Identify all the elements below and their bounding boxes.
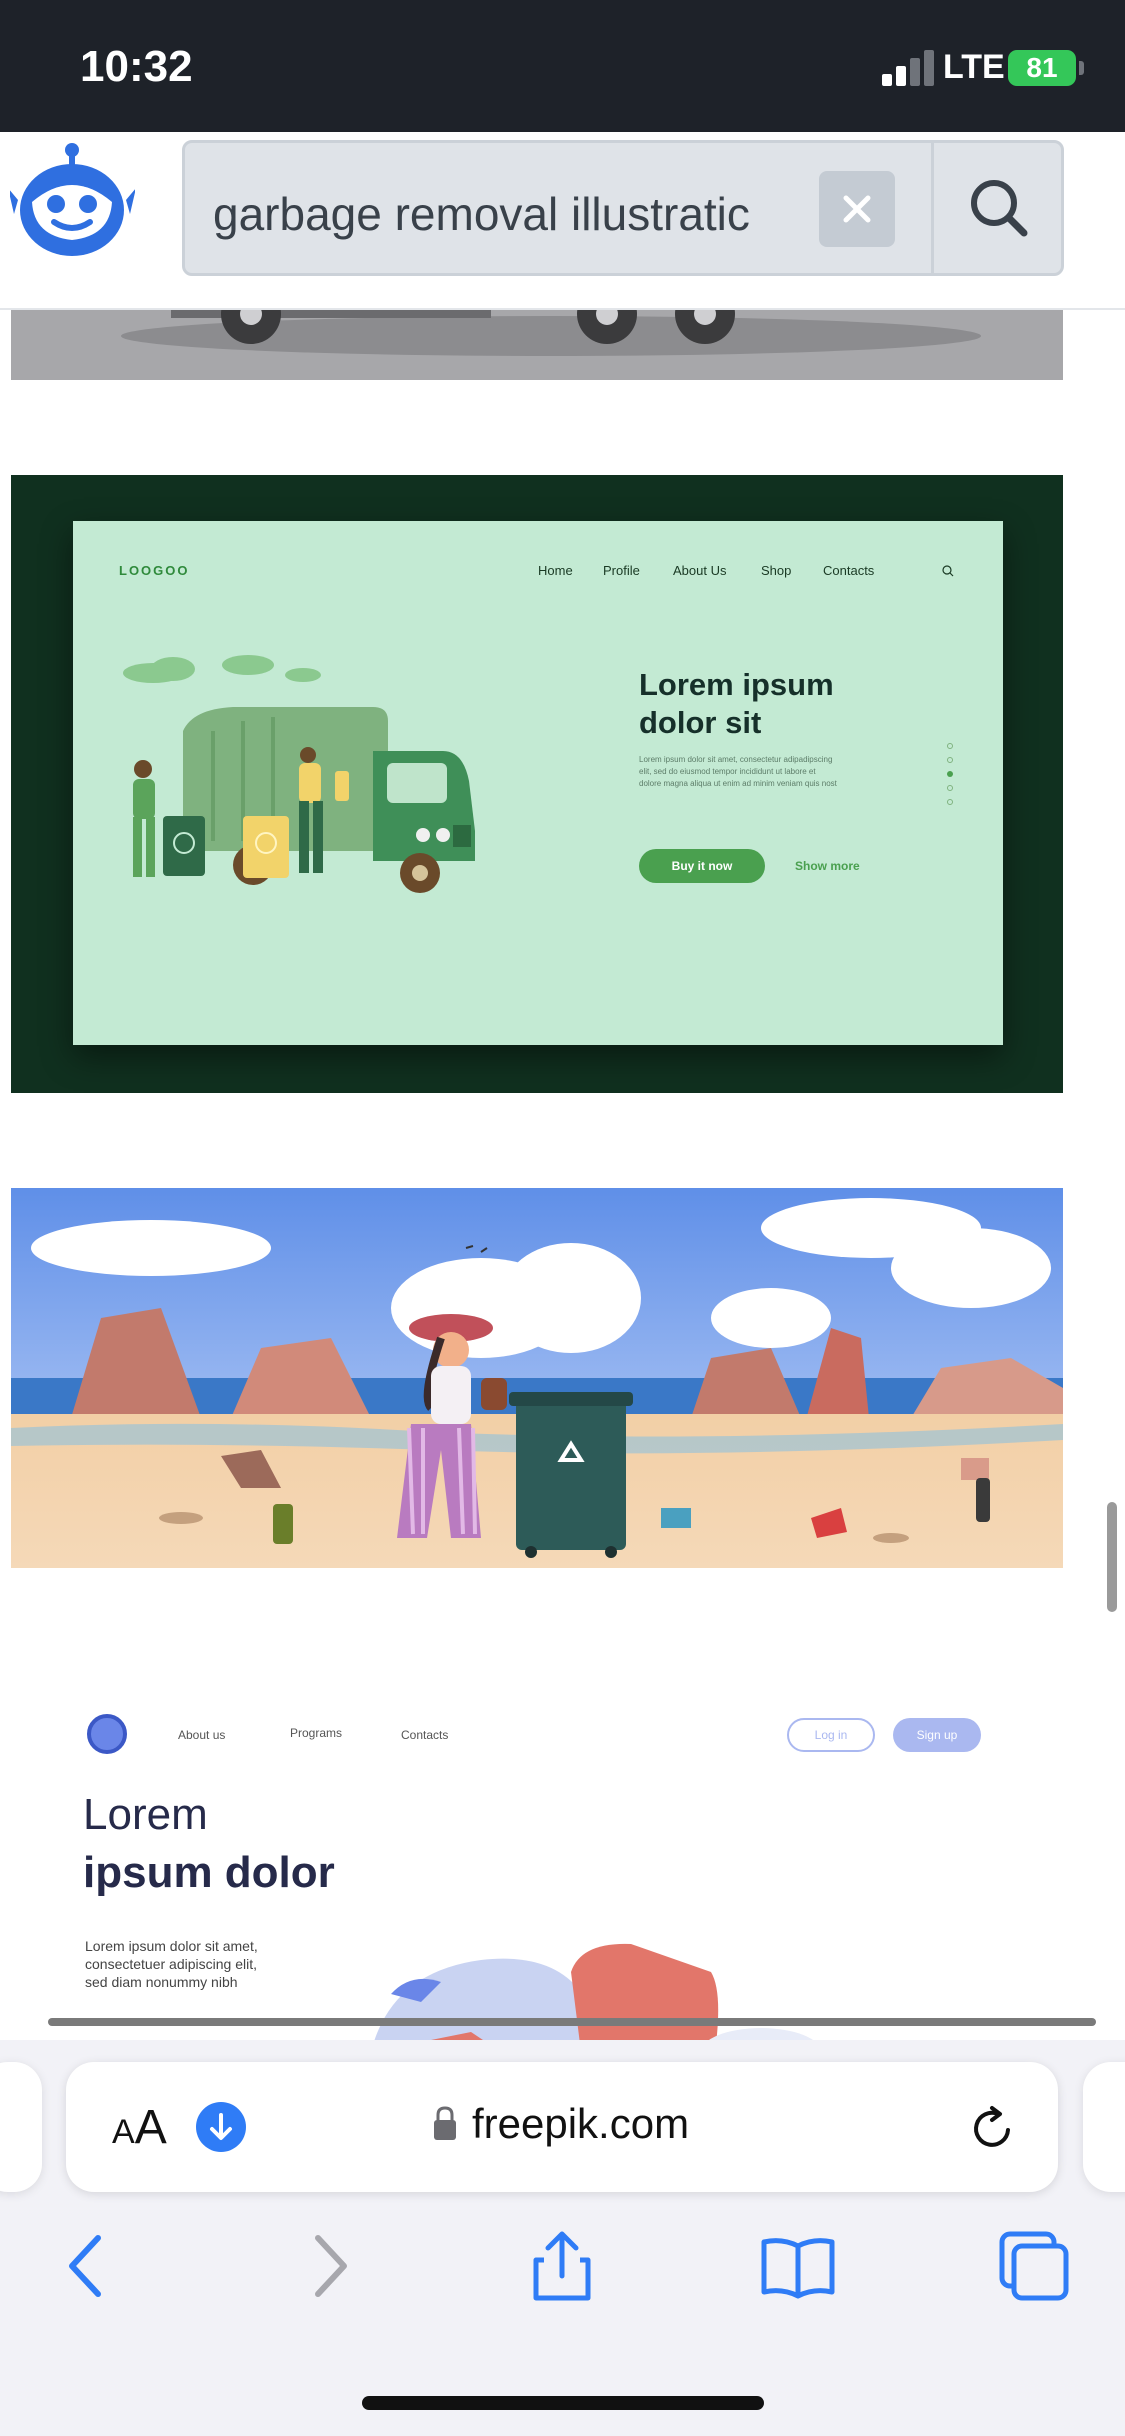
preview-headline-line2: dolor sit xyxy=(639,705,762,740)
preview-body-line2: consectetuer adipiscing elit, xyxy=(85,1956,257,1972)
clear-search-button[interactable] xyxy=(819,171,895,247)
battery-cap-icon xyxy=(1079,61,1084,75)
result-card-garbage-truck-landing[interactable]: LOOGOO Home Profile About Us Shop Contac… xyxy=(11,475,1063,1093)
download-arrow-icon[interactable] xyxy=(196,2102,246,2152)
preview-headline-line1: Lorem xyxy=(83,1790,208,1839)
preview-headline-line1: Lorem ipsum xyxy=(639,667,834,702)
tabs-icon[interactable] xyxy=(994,2226,1074,2306)
preview-nav-shop: Shop xyxy=(761,563,792,578)
result-card-environment-landing[interactable]: About us Programs Contacts Log in Sign u… xyxy=(11,1662,1063,2040)
preview-nav-about: About Us xyxy=(673,563,727,578)
search-input[interactable]: garbage removal illustratic xyxy=(213,187,793,241)
preview-show-more-link: Show more xyxy=(795,859,860,873)
preview-pagination-dots xyxy=(947,743,953,817)
back-icon[interactable] xyxy=(46,2226,126,2306)
reload-icon[interactable] xyxy=(964,2100,1020,2156)
bookmarks-icon[interactable] xyxy=(758,2226,838,2306)
results-grid: LOOGOO Home Profile About Us Shop Contac… xyxy=(0,310,1125,2040)
preview-nav-contacts: Contacts xyxy=(823,563,875,578)
network-type: LTE xyxy=(943,48,1005,86)
text-size-button[interactable]: AA xyxy=(112,2100,167,2155)
forward-icon[interactable] xyxy=(290,2226,370,2306)
cellular-signal-icon xyxy=(882,50,936,86)
preview-headline-line2: ipsum dolor xyxy=(83,1848,335,1897)
preview-nav-about: About us xyxy=(178,1728,226,1742)
preview-body-line2: elit, sed do eiusmod tempor incididunt u… xyxy=(639,767,816,776)
beach-cleanup-illustration xyxy=(11,1188,1063,1568)
url-domain[interactable]: freepik.com xyxy=(472,2100,689,2148)
preview-nav-contacts: Contacts xyxy=(401,1728,449,1742)
preview-nav-programs: Programs xyxy=(290,1726,343,1740)
vertical-scrollbar[interactable] xyxy=(1107,1502,1117,1612)
lock-icon xyxy=(434,2106,456,2140)
search-bar: garbage removal illustratic xyxy=(182,140,1064,276)
result-card-beach-cleanup[interactable] xyxy=(11,1188,1063,1568)
preview-signup-button: Sign up xyxy=(893,1718,981,1752)
battery-level: 81 xyxy=(1008,50,1076,86)
landing-page-preview: LOOGOO Home Profile About Us Shop Contac… xyxy=(73,521,1003,1045)
robot-mascot-icon[interactable] xyxy=(8,140,136,265)
search-button[interactable] xyxy=(931,143,1061,273)
preview-buy-button: Buy it now xyxy=(639,849,765,883)
preview-nav-home: Home xyxy=(538,563,573,578)
address-bar[interactable]: AA freepik.com xyxy=(66,2062,1058,2192)
garbage-truck-illustration xyxy=(123,655,475,893)
site-header: garbage removal illustratic xyxy=(0,132,1125,310)
close-icon xyxy=(843,195,871,223)
preview-body-line3: sed diam nonummy nibh xyxy=(85,1974,238,1990)
next-tab-peek[interactable] xyxy=(1083,2062,1125,2192)
status-time: 10:32 xyxy=(80,42,193,91)
horizontal-scrollbar[interactable] xyxy=(48,2018,1096,2026)
preview-login-button: Log in xyxy=(787,1718,875,1752)
preview-nav-profile: Profile xyxy=(603,563,640,578)
home-indicator[interactable] xyxy=(362,2396,764,2410)
status-bar: 10:32 LTE 81 xyxy=(0,0,1125,132)
preview-search-icon xyxy=(942,565,954,577)
share-icon[interactable] xyxy=(522,2226,602,2306)
preview-circle-logo xyxy=(87,1714,127,1754)
previous-tab-peek[interactable] xyxy=(0,2062,42,2192)
search-icon xyxy=(971,180,1028,237)
result-card-truck-partial[interactable] xyxy=(11,310,1063,380)
safari-bottom-toolbar: AA freepik.com xyxy=(0,2040,1125,2436)
preview-body-line1: Lorem ipsum dolor sit amet, consectetur … xyxy=(639,755,833,764)
preview-body-line1: Lorem ipsum dolor sit amet, xyxy=(85,1938,258,1954)
preview-body-line3: dolore magna aliqua ut enim ad minim ven… xyxy=(639,779,837,788)
preview-logo: LOOGOO xyxy=(119,563,190,578)
text-size-large-label: A xyxy=(134,2101,167,2154)
text-size-small-label: A xyxy=(112,2113,135,2151)
